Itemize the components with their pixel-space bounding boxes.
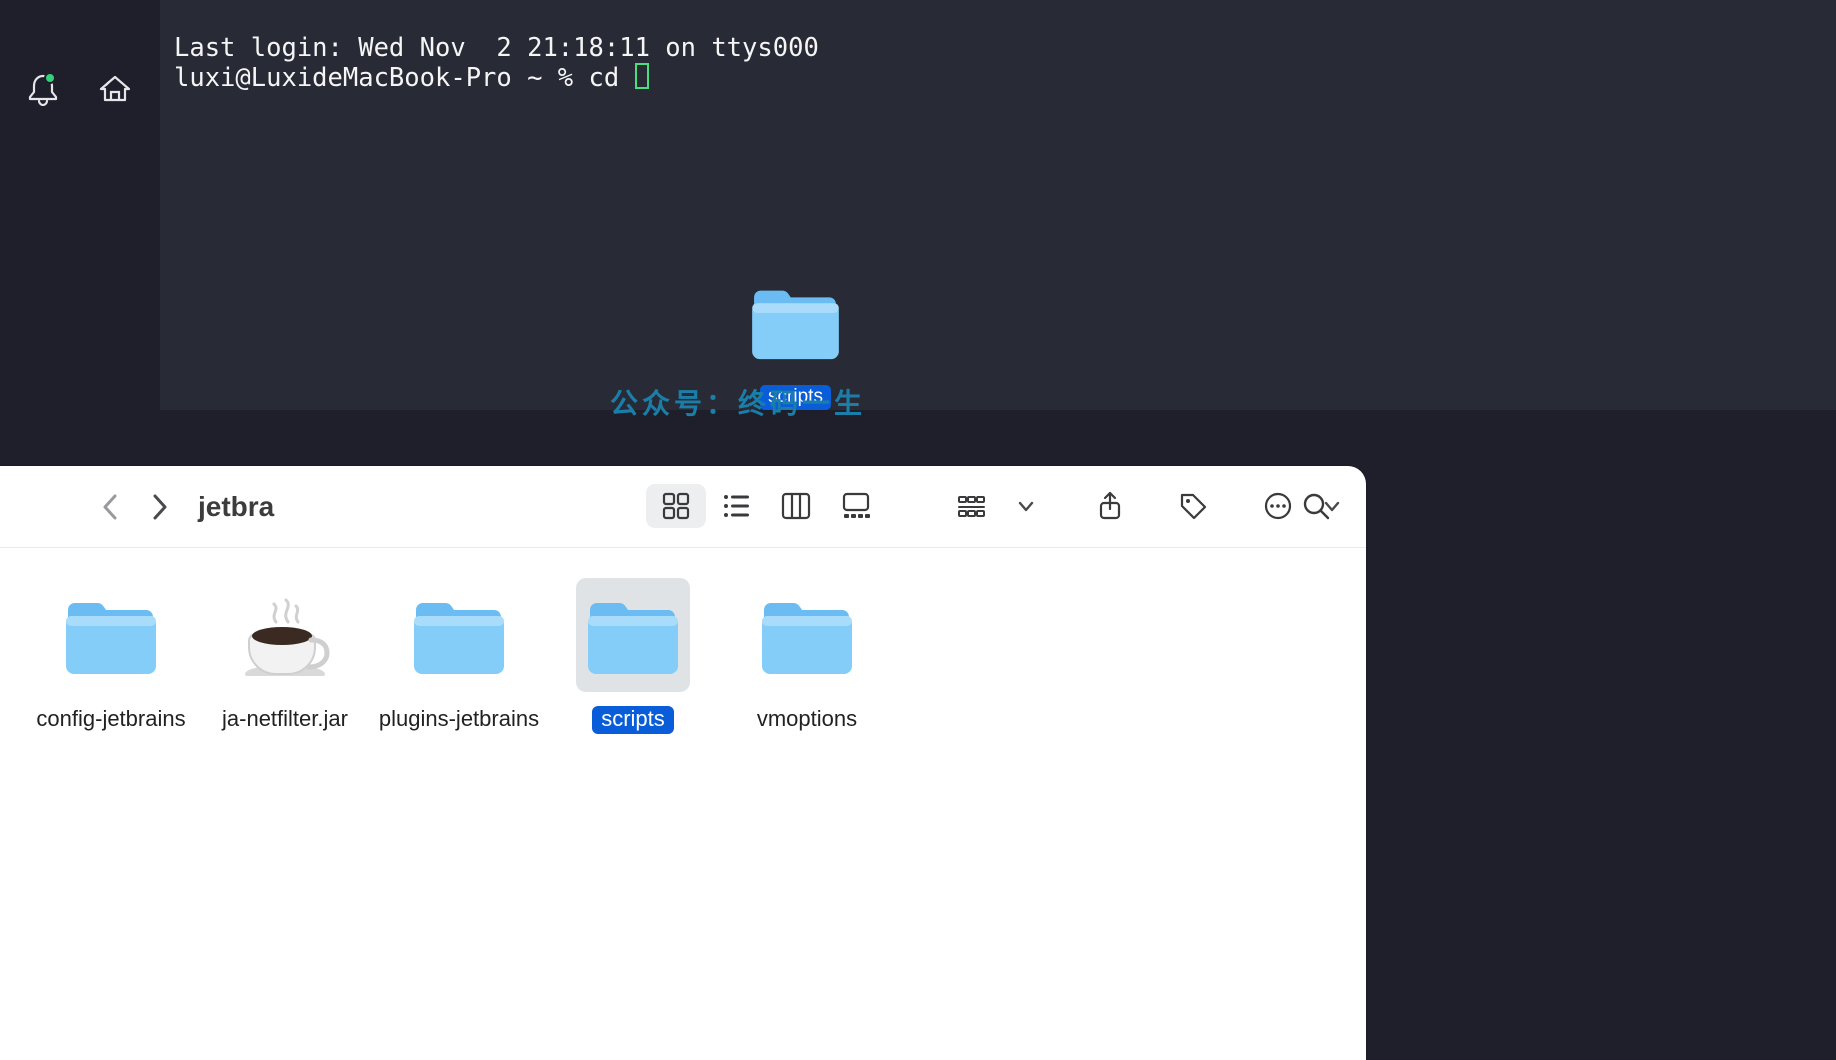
notifications-icon[interactable] [26, 72, 60, 410]
group-by-chevron-icon[interactable] [1004, 484, 1048, 528]
terminal-prompt: luxi@LuxideMacBook-Pro ~ % [174, 63, 589, 93]
file-item[interactable]: ja-netfilter.jar [198, 578, 372, 734]
watermark-text: 公众号：终码一生 [610, 382, 866, 422]
file-item-label: vmoptions [757, 706, 857, 732]
folder-icon [748, 282, 843, 361]
terminal-cursor-icon [635, 63, 649, 89]
finder-toolbar: jetbra [0, 466, 1366, 548]
terminal-last-login: Last login: Wed Nov 2 21:18:11 on ttys00… [174, 33, 819, 63]
desktop-lower-backdrop [1366, 466, 1836, 1060]
view-icons-button[interactable] [646, 484, 706, 528]
group-by-button[interactable] [950, 484, 994, 528]
share-button[interactable] [1088, 484, 1132, 528]
app-sidebar [0, 0, 160, 410]
file-item[interactable]: vmoptions [720, 578, 894, 734]
search-button[interactable] [1294, 484, 1338, 528]
folder-icon [576, 578, 690, 692]
file-item-label: ja-netfilter.jar [222, 706, 348, 732]
finder-window: jetbra config-jetbrains ja-netfilter.jar p… [0, 466, 1366, 1060]
jar-icon [228, 578, 342, 692]
nav-back-button[interactable] [100, 493, 120, 521]
file-item-label: scripts [592, 706, 674, 734]
desktop-top-region: Last login: Wed Nov 2 21:18:11 on ttys00… [0, 0, 1836, 466]
tags-button[interactable] [1172, 484, 1216, 528]
terminal-pane[interactable]: Last login: Wed Nov 2 21:18:11 on ttys00… [160, 0, 1836, 410]
view-columns-button[interactable] [766, 484, 826, 528]
view-list-button[interactable] [706, 484, 766, 528]
terminal-command: cd [589, 63, 635, 93]
view-gallery-button[interactable] [826, 484, 886, 528]
folder-icon [750, 578, 864, 692]
folder-icon [402, 578, 516, 692]
nav-forward-button[interactable] [150, 493, 170, 521]
notification-dot-icon [44, 72, 56, 84]
file-item[interactable]: config-jetbrains [24, 578, 198, 734]
file-item[interactable]: scripts [546, 578, 720, 734]
view-switcher [646, 484, 886, 528]
folder-icon [54, 578, 168, 692]
finder-title: jetbra [198, 491, 274, 523]
file-item-label: config-jetbrains [36, 706, 185, 732]
file-item[interactable]: plugins-jetbrains [372, 578, 546, 734]
file-item-label: plugins-jetbrains [379, 706, 539, 732]
finder-body[interactable]: config-jetbrains ja-netfilter.jar plugins-… [0, 548, 1366, 764]
home-icon[interactable] [98, 72, 132, 410]
